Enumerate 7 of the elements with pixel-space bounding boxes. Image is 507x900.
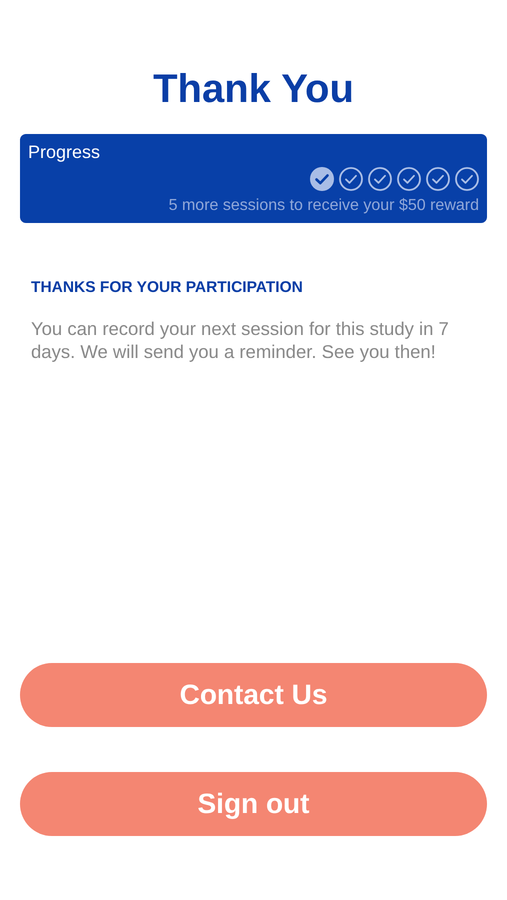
progress-caption: 5 more sessions to receive your $50 reward: [168, 197, 479, 215]
page-title: Thank You: [153, 66, 354, 112]
sign-out-button[interactable]: Sign out: [20, 772, 487, 836]
message-text: You can record your next session for this study in 7 days. We will send you a reminder. See you then!: [31, 317, 450, 363]
progress-label: Progress: [28, 142, 100, 163]
contact-button[interactable]: Contact Us: [20, 663, 487, 727]
section-heading: THANKS FOR YOUR PARTICIPATION: [31, 279, 303, 297]
